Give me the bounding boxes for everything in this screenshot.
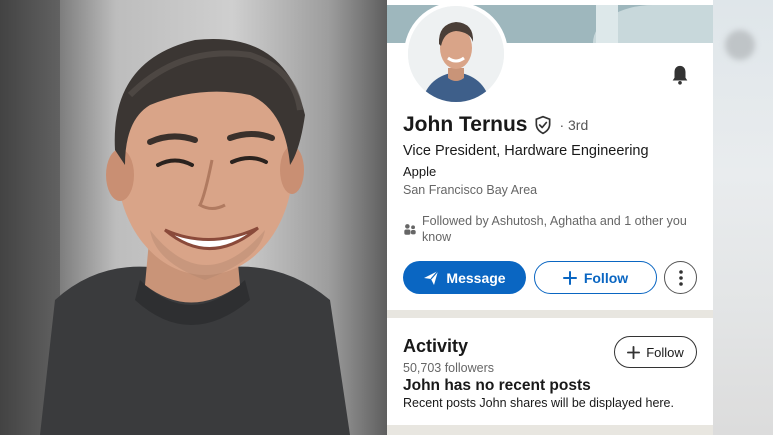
empty-posts-title: John has no recent posts	[403, 377, 591, 394]
avatar-image	[408, 6, 504, 102]
name-row: John Ternus · 3rd	[403, 113, 588, 137]
follower-count[interactable]: 50,703 followers	[403, 361, 494, 375]
message-button[interactable]: Message	[403, 261, 526, 294]
profile-card: John Ternus · 3rd Vice President, Hardwa…	[387, 0, 713, 435]
connection-degree: · 3rd	[559, 117, 589, 133]
message-label: Message	[446, 269, 506, 286]
profile-name: John Ternus	[403, 113, 528, 136]
avatar-portrait	[408, 6, 504, 102]
profile-photo-large	[0, 0, 387, 435]
banner-stripe	[596, 5, 618, 43]
mutual-connections-text: Followed by Ashutosh, Aghatha and 1 othe…	[422, 214, 687, 244]
connections-icon	[404, 224, 416, 235]
activity-follow-label: Follow	[646, 344, 684, 360]
blurred-shape	[725, 30, 755, 60]
background-blur	[713, 0, 773, 435]
more-options-button[interactable]	[664, 261, 697, 294]
mutual-connections[interactable]: Followed by Ashutosh, Aghatha and 1 othe…	[403, 213, 703, 245]
send-icon	[424, 270, 439, 285]
profile-location: San Francisco Bay Area	[403, 183, 538, 197]
screen: John Ternus · 3rd Vice President, Hardwa…	[0, 0, 773, 435]
bottom-divider	[387, 425, 713, 435]
profile-company[interactable]: Apple	[403, 164, 436, 179]
empty-posts-subtitle: Recent posts John shares will be display…	[403, 396, 674, 410]
more-vertical-icon	[678, 269, 683, 286]
activity-heading: Activity	[403, 336, 469, 356]
follow-label: Follow	[583, 269, 629, 286]
verified-shield-icon[interactable]	[533, 115, 553, 135]
section-divider	[387, 310, 713, 318]
portrait-illustration	[0, 0, 350, 435]
activity-follow-button[interactable]: Follow	[614, 336, 697, 368]
profile-headline: Vice President, Hardware Engineering	[403, 143, 649, 159]
plus-icon	[562, 270, 577, 285]
follow-button[interactable]: Follow	[534, 261, 657, 294]
avatar[interactable]	[404, 2, 508, 106]
bell-icon[interactable]	[669, 64, 691, 86]
plus-icon	[627, 345, 641, 359]
